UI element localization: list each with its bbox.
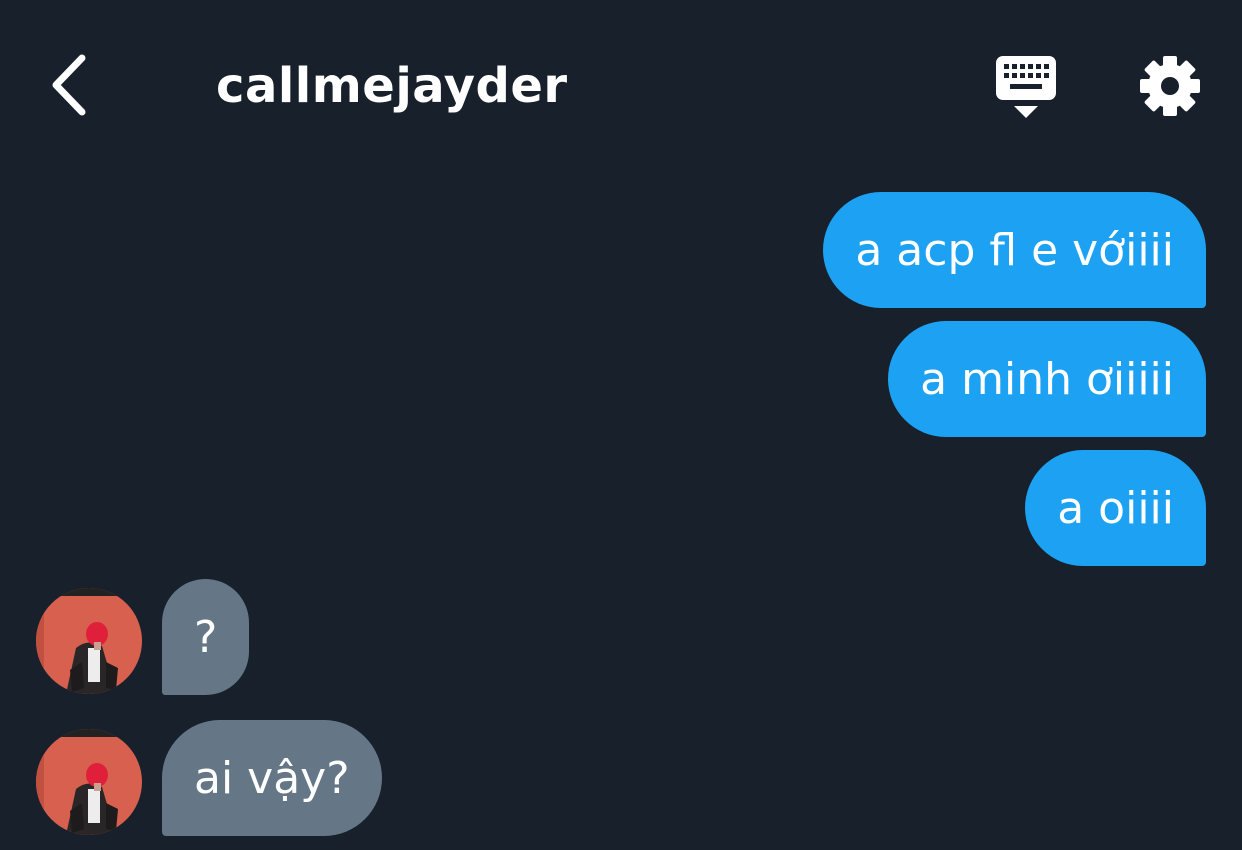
avatar[interactable]: [36, 729, 142, 835]
outgoing-message[interactable]: a acp fl e vớiiii: [823, 192, 1206, 308]
message-text: a minh ơiiiii: [920, 353, 1174, 405]
message-text: a oiiii: [1057, 482, 1174, 534]
message-text: ?: [194, 611, 218, 663]
avatar-photo: [36, 588, 142, 694]
settings-button[interactable]: [1134, 50, 1206, 122]
avatar-photo: [36, 729, 142, 835]
conversation-title: callmejayder: [216, 58, 568, 114]
incoming-message[interactable]: ?: [162, 579, 250, 695]
keyboard-icon: [996, 56, 1056, 118]
chevron-left-icon: [52, 54, 86, 116]
message-text: a acp fl e vớiiii: [855, 224, 1174, 276]
message-text: ai vậy?: [194, 752, 350, 804]
keyboard-toggle-button[interactable]: [990, 52, 1062, 122]
conversation-header: callmejayder: [0, 0, 1242, 170]
avatar[interactable]: [36, 588, 142, 694]
back-button[interactable]: [40, 50, 96, 120]
gear-icon: [1140, 56, 1200, 116]
outgoing-message[interactable]: a minh ơiiiii: [888, 321, 1206, 437]
outgoing-message[interactable]: a oiiii: [1025, 450, 1206, 566]
incoming-message[interactable]: ai vậy?: [162, 720, 382, 836]
